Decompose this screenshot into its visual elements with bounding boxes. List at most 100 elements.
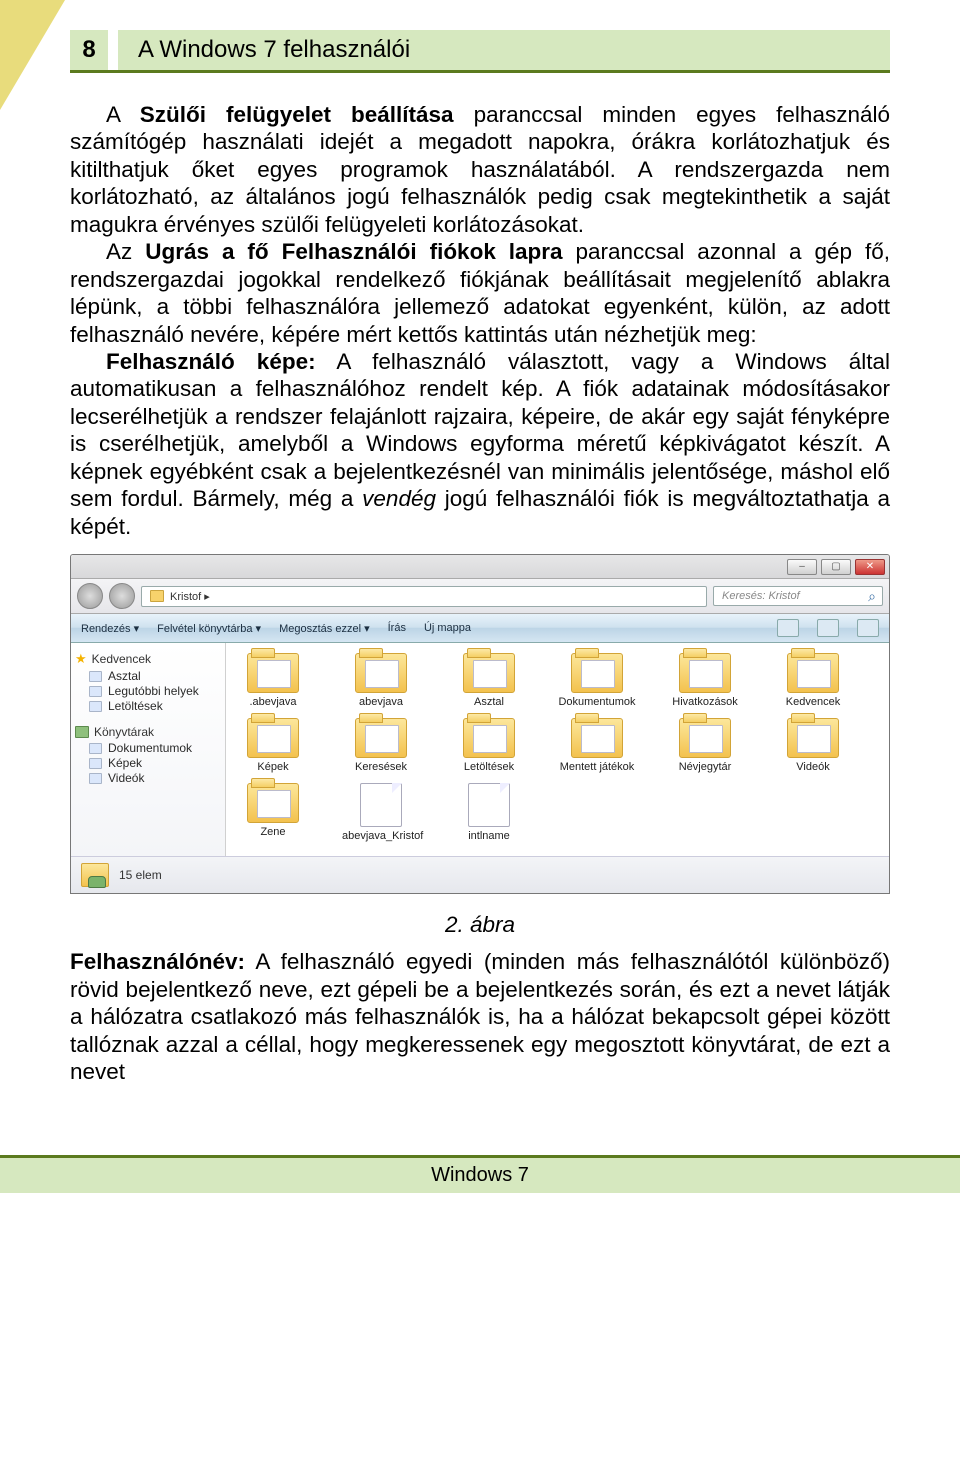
breadcrumb-bar[interactable]: Kristof ▸ xyxy=(141,586,707,607)
user-folder-icon xyxy=(81,863,109,887)
file-label: Asztal xyxy=(450,696,528,708)
file-item[interactable]: Hivatkozások xyxy=(666,653,744,708)
sidebar-item-videos[interactable]: Videók xyxy=(89,771,221,785)
file-label: Hivatkozások xyxy=(666,696,744,708)
file-label: abevjava xyxy=(342,696,420,708)
file-label: Videók xyxy=(774,761,852,773)
file-label: Képek xyxy=(234,761,312,773)
folder-icon xyxy=(150,590,164,602)
forward-button[interactable] xyxy=(109,583,135,609)
file-item[interactable]: Letöltések xyxy=(450,718,528,773)
preview-pane-icon[interactable] xyxy=(817,619,839,637)
file-item[interactable]: intlname xyxy=(450,783,528,842)
close-button[interactable]: ✕ xyxy=(855,559,885,575)
folder-icon xyxy=(247,783,299,823)
sidebar-item-pictures[interactable]: Képek xyxy=(89,756,221,770)
recent-icon xyxy=(89,686,102,697)
file-item[interactable]: Dokumentumok xyxy=(558,653,636,708)
file-item[interactable]: Névjegytár xyxy=(666,718,744,773)
p4-bold: Felhasználónév: xyxy=(70,949,245,974)
file-item[interactable]: Keresések xyxy=(342,718,420,773)
videos-icon xyxy=(89,773,102,784)
file-item[interactable]: Kedvencek xyxy=(774,653,852,708)
view-options-icon[interactable] xyxy=(777,619,799,637)
file-label: Letöltések xyxy=(450,761,528,773)
page-number: 8 xyxy=(70,30,108,70)
search-input[interactable]: Keresés: Kristof xyxy=(713,586,883,606)
share-button[interactable]: Megosztás ezzel ▾ xyxy=(279,622,370,635)
file-item[interactable]: .abevjava xyxy=(234,653,312,708)
folder-icon xyxy=(355,653,407,693)
file-item[interactable]: Zene xyxy=(234,783,312,842)
sidebar-item-libraries[interactable]: Könyvtárak xyxy=(75,725,221,739)
toolbar: Rendezés ▾ Felvétel könyvtárba ▾ Megoszt… xyxy=(71,614,889,643)
file-label: Kedvencek xyxy=(774,696,852,708)
sidebar-item-favorites[interactable]: ★ Kedvencek xyxy=(75,651,221,667)
sidebar-label: Kedvencek xyxy=(92,652,151,666)
page-header: 8 A Windows 7 felhasználói xyxy=(70,30,890,73)
folder-icon xyxy=(787,653,839,693)
folder-icon xyxy=(679,653,731,693)
help-icon[interactable] xyxy=(857,619,879,637)
p1-bold: Szülői felügyelet beállítása xyxy=(140,102,454,127)
star-icon: ★ xyxy=(75,651,87,667)
back-button[interactable] xyxy=(77,583,103,609)
file-label: Dokumentumok xyxy=(558,696,636,708)
sidebar-item-desktop[interactable]: Asztal xyxy=(89,669,221,683)
file-label: Névjegytár xyxy=(666,761,744,773)
burn-button[interactable]: Írás xyxy=(388,622,406,634)
folder-icon xyxy=(787,718,839,758)
body-text: A Szülői felügyelet beállítása paranccsa… xyxy=(70,101,890,540)
p3-bold: Felhasználó képe: xyxy=(106,349,316,374)
sidebar-label: Letöltések xyxy=(108,699,163,713)
breadcrumb-text: Kristof ▸ xyxy=(170,590,210,603)
file-icon xyxy=(360,783,402,827)
file-list: .abevjava abevjava Asztal Dokumentumok Hivat… xyxy=(226,643,889,856)
sidebar-item-documents[interactable]: Dokumentumok xyxy=(89,741,221,755)
sidebar-label: Könyvtárak xyxy=(94,725,154,739)
folder-icon xyxy=(463,653,515,693)
status-bar: 15 elem xyxy=(71,856,889,893)
titlebar: – ▢ ✕ xyxy=(71,555,889,579)
file-label: intlname xyxy=(450,830,528,842)
file-item[interactable]: Videók xyxy=(774,718,852,773)
p2-bold: Ugrás a fő Felhasználói fiókok lapra xyxy=(145,239,562,264)
pictures-icon xyxy=(89,758,102,769)
sidebar-item-recent[interactable]: Legutóbbi helyek xyxy=(89,684,221,698)
desktop-icon xyxy=(89,671,102,682)
p3-italic: vendég xyxy=(362,486,436,511)
page-footer: Windows 7 xyxy=(0,1155,960,1193)
file-label: abevjava_Kristof xyxy=(342,830,420,842)
file-item[interactable]: Mentett játékok xyxy=(558,718,636,773)
folder-icon xyxy=(247,718,299,758)
header-title: A Windows 7 felhasználói xyxy=(118,30,890,70)
file-label: Zene xyxy=(234,826,312,838)
documents-icon xyxy=(89,743,102,754)
folder-icon xyxy=(679,718,731,758)
file-item[interactable]: abevjava_Kristof xyxy=(342,783,420,842)
file-label: Mentett játékok xyxy=(558,761,636,773)
file-item[interactable]: abevjava xyxy=(342,653,420,708)
organize-button[interactable]: Rendezés ▾ xyxy=(81,622,139,635)
sidebar-item-downloads[interactable]: Letöltések xyxy=(89,699,221,713)
sidebar-label: Videók xyxy=(108,771,144,785)
folder-icon xyxy=(571,653,623,693)
maximize-button[interactable]: ▢ xyxy=(821,559,851,575)
figure-caption: 2. ábra xyxy=(70,912,890,938)
nav-row: Kristof ▸ Keresés: Kristof xyxy=(71,579,889,614)
sidebar-label: Dokumentumok xyxy=(108,741,192,755)
library-icon xyxy=(75,726,89,738)
file-label: Keresések xyxy=(342,761,420,773)
minimize-button[interactable]: – xyxy=(787,559,817,575)
folder-icon xyxy=(247,653,299,693)
file-item[interactable]: Asztal xyxy=(450,653,528,708)
sidebar-label: Legutóbbi helyek xyxy=(108,684,199,698)
download-icon xyxy=(89,701,102,712)
p2-lead: Az xyxy=(106,239,145,264)
file-item[interactable]: Képek xyxy=(234,718,312,773)
folder-icon xyxy=(571,718,623,758)
file-icon xyxy=(468,783,510,827)
new-folder-button[interactable]: Új mappa xyxy=(424,622,471,634)
status-text: 15 elem xyxy=(119,868,162,882)
include-library-button[interactable]: Felvétel könyvtárba ▾ xyxy=(157,622,261,635)
